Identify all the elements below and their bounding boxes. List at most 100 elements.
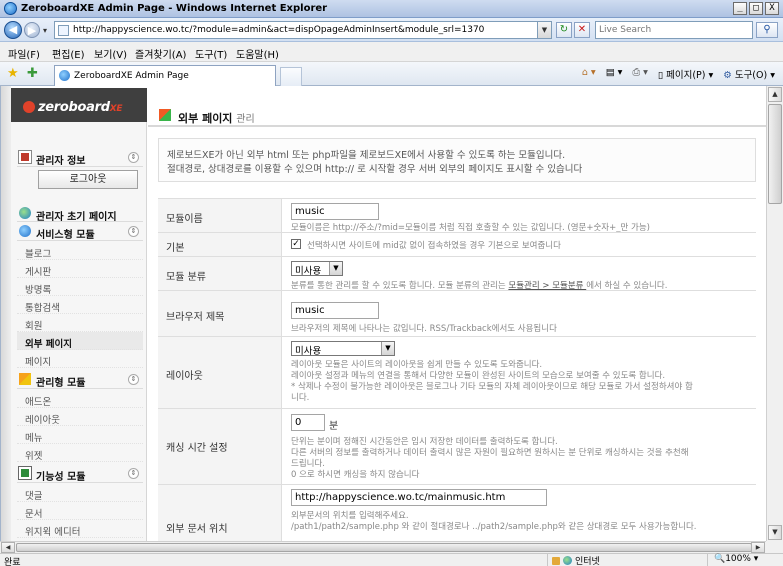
sidebar-item-addon[interactable]: 애드온 xyxy=(17,390,143,408)
add-favorite-icon[interactable]: ✚ xyxy=(27,66,38,81)
menu-bar: 파일(F) 편집(E) 보기(V) 즐겨찾기(A) 도구(T) 도움말(H) xyxy=(0,42,783,62)
dropdown-arrow-icon[interactable]: ▼ xyxy=(329,262,342,275)
default-checkbox[interactable]: ✓ xyxy=(291,239,301,249)
row-label-cell: 모듈 분류 xyxy=(158,257,282,290)
sidebar-item-comment[interactable]: 댓글 xyxy=(17,484,143,502)
admin-sidebar: 관리자 정보 ⇕ 로그아웃 관리자 초기 페이지 서비스형 모듈 ⇕ 블로그 게… xyxy=(11,122,147,541)
zeroboard-logo[interactable]: zeroboardXE xyxy=(23,100,123,115)
external-path-label: 외부 문서 위치 xyxy=(166,524,228,535)
row-category: 모듈 분류 미사용 ▼ 분류를 통한 관리를 할 수 있도록 합니다. 모듈 분… xyxy=(158,256,756,291)
favorites-star-icon[interactable]: ★ xyxy=(7,66,19,81)
row-label-cell: 모듈이름 xyxy=(158,199,282,232)
security-zone[interactable]: 인터넷 xyxy=(547,554,600,566)
menu-tools[interactable]: 도구(T) xyxy=(195,46,227,61)
cache-label: 캐싱 시간 설정 xyxy=(166,443,228,454)
horizontal-scrollbar[interactable]: ◀ ▶ xyxy=(0,541,766,553)
func-module-icon xyxy=(18,466,32,480)
sidebar-item-label: 회원 xyxy=(25,321,43,332)
admin-modules-toggle-icon[interactable]: ⇕ xyxy=(128,374,139,385)
sidebar-item-member[interactable]: 회원 xyxy=(17,314,143,332)
sidebar-item-search[interactable]: 통합검색 xyxy=(17,296,143,314)
zeroboard-logo-icon xyxy=(23,101,35,113)
search-icon[interactable]: ⚲ xyxy=(756,22,778,38)
vertical-scrollbar[interactable]: ▲ ▼ xyxy=(766,86,783,541)
row-value-cell: 0 분 단위는 분이며 정해진 시간동안은 임시 저장한 데이터를 출력하도록 … xyxy=(283,409,756,484)
default-hint: 선택하시면 사이트에 mid값 없이 접속하였을 경우 기본으로 보여줍니다 xyxy=(307,241,561,251)
sidebar-item-label: 메뉴 xyxy=(25,433,43,444)
scroll-right-icon[interactable]: ▶ xyxy=(751,542,765,553)
cache-time-input[interactable]: 0 xyxy=(291,414,325,431)
status-text: 완료 xyxy=(4,558,21,566)
zoom-control[interactable]: 🔍100% ▾ xyxy=(707,554,758,566)
sidebar-item-layout[interactable]: 레이아웃 xyxy=(17,408,143,426)
row-label-cell: 캐싱 시간 설정 xyxy=(158,409,282,484)
feeds-icon[interactable]: ▤ ▾ xyxy=(606,67,623,81)
zone-label: 인터넷 xyxy=(575,557,600,566)
cache-unit-label: 분 xyxy=(329,421,339,432)
search-box[interactable] xyxy=(595,21,753,39)
home-icon[interactable]: ⌂ ▾ xyxy=(582,67,596,81)
browser-title-input[interactable]: music xyxy=(291,302,379,319)
service-modules-label: 서비스형 모듈 xyxy=(36,230,95,241)
admin-info-toggle-icon[interactable]: ⇕ xyxy=(128,152,139,163)
module-name-input[interactable]: music xyxy=(291,203,379,220)
maximize-button[interactable]: □ xyxy=(749,2,763,15)
menu-help[interactable]: 도움말(H) xyxy=(236,46,279,61)
sidebar-admin-modules: 관리형 모듈 ⇕ xyxy=(17,370,143,389)
scroll-up-icon[interactable]: ▲ xyxy=(768,87,782,102)
scroll-left-icon[interactable]: ◀ xyxy=(1,542,15,553)
logout-button[interactable]: 로그아웃 xyxy=(38,170,138,189)
menu-edit[interactable]: 편집(E) xyxy=(52,46,85,61)
page-menu[interactable]: ▯ 페이지(P) ▾ xyxy=(658,67,713,81)
sidebar-item-widget[interactable]: 위젯 xyxy=(17,444,143,462)
refresh-button[interactable]: ↻ xyxy=(556,22,572,38)
menu-file[interactable]: 파일(F) xyxy=(8,46,40,61)
url-text[interactable]: http://happyscience.wo.tc/?module=admin&… xyxy=(73,25,484,35)
main-content: 외부 페이지 관리 제로보드XE가 아닌 외부 html 또는 php파일을 제… xyxy=(148,100,766,541)
history-dropdown-icon[interactable]: ▾ xyxy=(43,26,47,35)
row-external-path: 외부 문서 위치 http://happyscience.wo.tc/mainm… xyxy=(158,484,756,541)
internet-zone-icon xyxy=(563,556,572,565)
sidebar-item-blog[interactable]: 블로그 xyxy=(17,242,143,260)
url-dropdown-icon[interactable]: ▼ xyxy=(537,22,551,38)
service-modules-toggle-icon[interactable]: ⇕ xyxy=(128,226,139,237)
url-field[interactable]: http://happyscience.wo.tc/?module=admin&… xyxy=(54,21,552,39)
menu-view[interactable]: 보기(V) xyxy=(94,46,127,61)
sidebar-item-menu[interactable]: 메뉴 xyxy=(17,426,143,444)
category-select[interactable]: 미사용 ▼ xyxy=(291,261,343,277)
sidebar-admin-home[interactable]: 관리자 초기 페이지 xyxy=(17,204,143,223)
scroll-down-icon[interactable]: ▼ xyxy=(768,525,782,540)
tools-menu[interactable]: ⚙ 도구(O) ▾ xyxy=(723,67,775,81)
tab-admin-page[interactable]: ZeroboardXE Admin Page xyxy=(54,65,276,86)
forward-button[interactable]: ▶ xyxy=(24,22,40,38)
new-tab-button[interactable] xyxy=(280,67,302,86)
func-modules-toggle-icon[interactable]: ⇕ xyxy=(128,468,139,479)
stop-button[interactable]: ✕ xyxy=(574,22,590,38)
layout-select[interactable]: 미사용 ▼ xyxy=(291,341,395,357)
row-value-cell: music 브라우저의 제목에 나타나는 값입니다. RSS/Trackback… xyxy=(283,291,756,336)
row-value-cell: http://happyscience.wo.tc/mainmusic.htm … xyxy=(283,485,756,541)
sidebar-item-label: 페이지 xyxy=(25,357,52,368)
dropdown-arrow-icon[interactable]: ▼ xyxy=(381,342,394,355)
window-title: ZeroboardXE Admin Page - Windows Interne… xyxy=(21,3,328,14)
ie-logo-icon xyxy=(4,2,17,15)
sidebar-item-guestbook[interactable]: 방명록 xyxy=(17,278,143,296)
sidebar-item-board[interactable]: 게시판 xyxy=(17,260,143,278)
minimize-button[interactable]: _ xyxy=(733,2,747,15)
menu-favorites[interactable]: 즐겨찾기(A) xyxy=(135,46,186,61)
sidebar-item-editor[interactable]: 위지윅 에디터 xyxy=(17,520,143,538)
page-title-icon xyxy=(159,109,171,121)
sidebar-item-page[interactable]: 페이지 xyxy=(17,350,143,368)
sidebar-item-document[interactable]: 문서 xyxy=(17,502,143,520)
close-button[interactable]: X xyxy=(765,2,779,15)
sidebar-item-label: 문서 xyxy=(25,509,43,520)
print-icon[interactable]: ⎙ ▾ xyxy=(632,67,647,81)
external-path-input[interactable]: http://happyscience.wo.tc/mainmusic.htm xyxy=(291,489,547,506)
scroll-thumb[interactable] xyxy=(768,104,782,204)
address-bar: ◀ ▶ ▾ http://happyscience.wo.tc/?module=… xyxy=(0,18,783,42)
search-input[interactable] xyxy=(596,22,746,38)
sidebar-item-label: 레이아웃 xyxy=(25,415,60,426)
horizontal-scroll-thumb[interactable] xyxy=(16,543,752,552)
back-button[interactable]: ◀ xyxy=(4,21,22,39)
sidebar-item-external-page[interactable]: 외부 페이지 xyxy=(17,332,143,350)
